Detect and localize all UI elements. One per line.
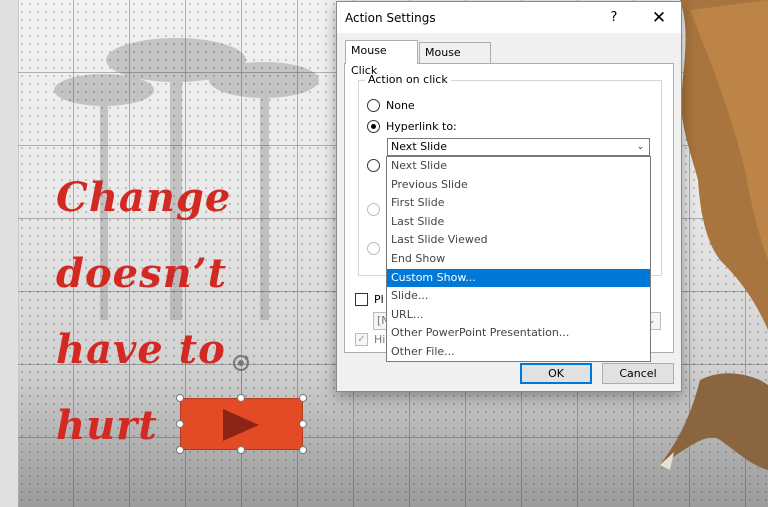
chevron-down-icon[interactable]: ⌄ <box>632 139 649 155</box>
resize-handle-top-right[interactable] <box>299 394 307 402</box>
ok-button[interactable]: OK <box>520 363 592 384</box>
dropdown-item-first-slide[interactable]: First Slide <box>387 194 650 213</box>
dropdown-item-other-file[interactable]: Other File... <box>387 343 650 362</box>
run-macro-radio <box>367 203 380 216</box>
slide-text-line-3: have to <box>56 326 226 373</box>
hyperlink-target-value: Next Slide <box>391 140 447 153</box>
none-radio[interactable] <box>367 99 380 112</box>
dropdown-item-custom-show[interactable]: Custom Show... <box>387 268 650 288</box>
close-icon[interactable]: ✕ <box>643 6 675 30</box>
dropdown-item-other-presentation[interactable]: Other PowerPoint Presentation... <box>387 324 650 343</box>
dropdown-item-last-slide[interactable]: Last Slide <box>387 213 650 232</box>
dropdown-item-slide[interactable]: Slide... <box>387 287 650 306</box>
resize-handle-bottom-left[interactable] <box>176 446 184 454</box>
dropdown-item-url[interactable]: URL... <box>387 306 650 325</box>
hyperlink-dropdown-list[interactable]: Next Slide Previous Slide First Slide La… <box>386 156 651 362</box>
slide-text-line-2: doesn’t <box>56 250 228 297</box>
play-button-shape[interactable] <box>180 398 303 450</box>
run-program-radio[interactable] <box>367 159 380 172</box>
hyperlink-radio-label[interactable]: Hyperlink to: <box>386 120 457 133</box>
resize-handle-right[interactable] <box>299 420 307 428</box>
tab-mouse-over[interactable]: Mouse Over <box>419 42 491 79</box>
dropdown-item-end-show[interactable]: End Show <box>387 250 650 269</box>
resize-handle-bottom[interactable] <box>237 446 245 454</box>
slide-text-line-1: Change <box>56 174 232 221</box>
dialog-titlebar[interactable]: Action Settings ? ✕ <box>337 2 681 33</box>
play-sound-checkbox[interactable] <box>355 293 368 306</box>
object-action-radio <box>367 242 380 255</box>
action-on-click-label: Action on click <box>365 73 451 86</box>
resize-handle-top[interactable] <box>237 394 245 402</box>
resize-handle-left[interactable] <box>176 420 184 428</box>
play-icon <box>223 409 259 441</box>
resize-handle-bottom-right[interactable] <box>299 446 307 454</box>
hyperlink-radio[interactable] <box>367 120 380 133</box>
dropdown-item-last-slide-viewed[interactable]: Last Slide Viewed <box>387 231 650 250</box>
dialog-title: Action Settings <box>345 11 436 25</box>
help-icon[interactable]: ? <box>599 6 629 30</box>
highlight-click-checkbox: ✓ <box>355 333 368 346</box>
editor-margin <box>0 0 19 507</box>
dropdown-item-previous-slide[interactable]: Previous Slide <box>387 176 650 195</box>
rotate-handle-icon[interactable] <box>230 352 252 374</box>
play-sound-label[interactable]: Pl <box>374 293 384 306</box>
hyperlink-target-combo[interactable]: Next Slide ⌄ <box>387 138 650 156</box>
cancel-button[interactable]: Cancel <box>602 363 674 384</box>
tab-mouse-click[interactable]: Mouse Click <box>345 40 418 77</box>
none-radio-label[interactable]: None <box>386 99 415 112</box>
resize-handle-top-left[interactable] <box>176 394 184 402</box>
dropdown-item-next-slide[interactable]: Next Slide <box>387 157 650 176</box>
highlight-click-label: Hi <box>374 333 386 346</box>
